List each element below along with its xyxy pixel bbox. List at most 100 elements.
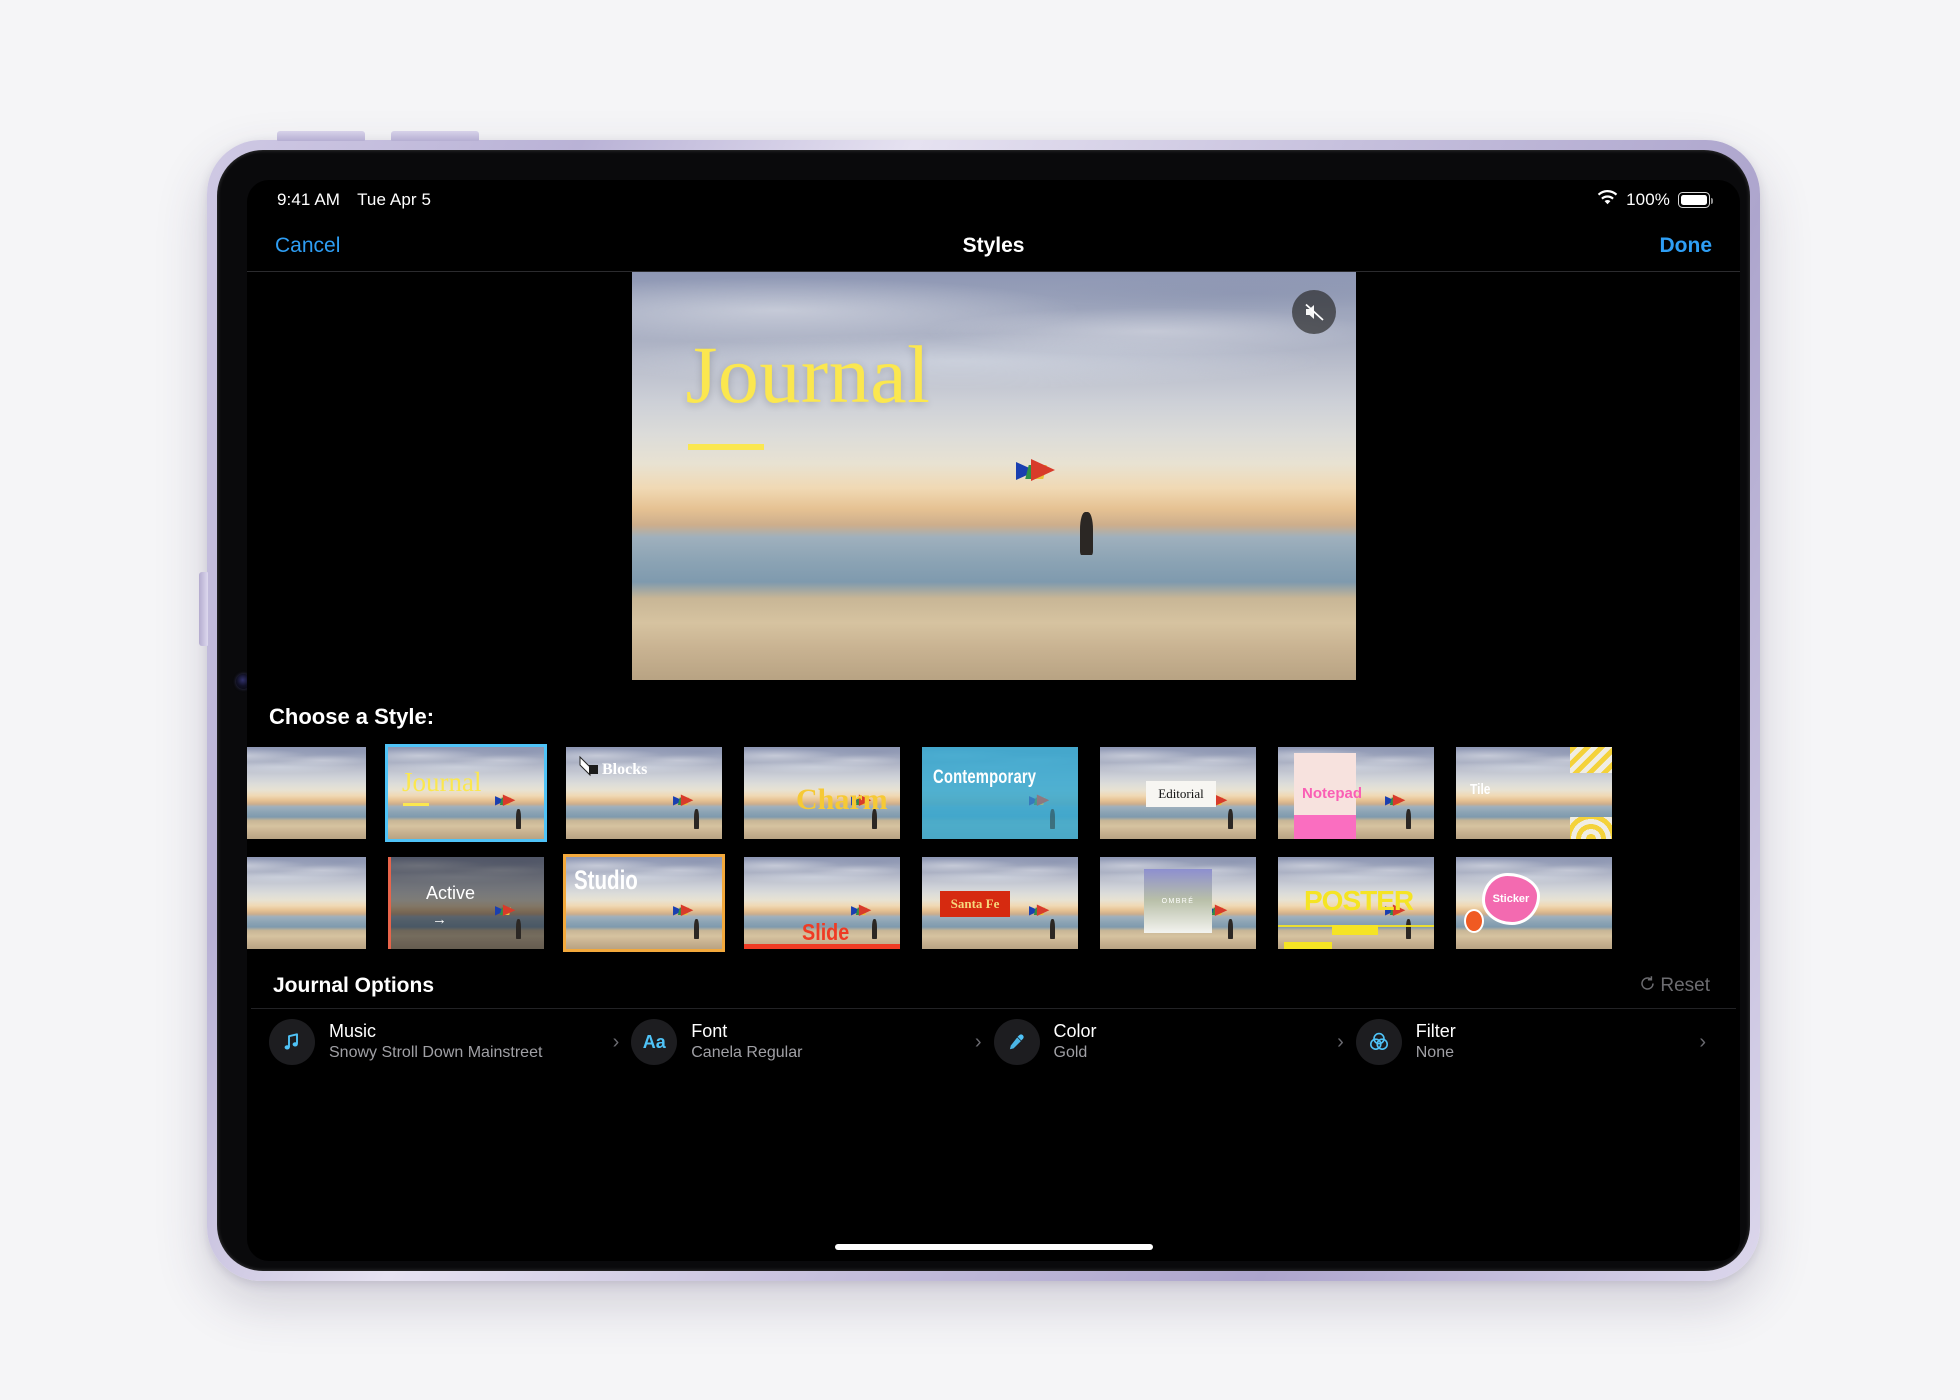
preview-area: Journal (247, 272, 1740, 680)
done-button[interactable]: Done (1660, 234, 1713, 258)
options-title: Journal Options (273, 974, 435, 997)
option-value: None (1415, 1044, 1454, 1062)
style-grid: Journal Blocks Charm Contemporary Editor… (247, 744, 1740, 952)
person-silhouette (1228, 919, 1233, 939)
chevron-right-icon: › (1337, 1030, 1344, 1053)
option-label: Music (329, 1021, 377, 1042)
style-label: Journal (402, 767, 482, 797)
option-label: Filter (1415, 1021, 1456, 1042)
chevron-right-icon: › (612, 1030, 620, 1053)
person-silhouette (694, 919, 699, 939)
device-bezel: 9:41 AM Tue Apr 5 100% Cancel Styles Don… (217, 150, 1750, 1271)
ombre-gradient-card: OMBRÉ (1144, 869, 1212, 933)
option-value: Canela Regular (691, 1044, 803, 1062)
kite-graphic (1028, 903, 1051, 922)
preview-title-rule (687, 444, 764, 450)
style-label: Notepad (1302, 785, 1362, 802)
option-label: Color (1053, 1021, 1097, 1042)
options-header: Journal Options Reset (251, 952, 1736, 1009)
style-row-2[interactable]: Active → Studio Slide Santa Fe OMBRÉ POS… (247, 854, 1740, 952)
reset-circular-arrow-icon (1639, 975, 1656, 998)
blocks-mark-icon (579, 755, 598, 777)
style-thumb-poster[interactable]: POSTER (1275, 854, 1437, 952)
status-date: Tue Apr 5 (357, 190, 432, 209)
choose-style-heading: Choose a Style: (269, 704, 435, 729)
volume-down-button[interactable] (391, 131, 479, 141)
slide-accent-bar (744, 944, 900, 949)
style-thumb-santa-fe[interactable]: Santa Fe (919, 854, 1081, 952)
home-indicator[interactable] (834, 1244, 1153, 1250)
style-thumb-sticker[interactable]: Sticker (1453, 854, 1615, 952)
style-label-rule (403, 803, 429, 806)
preview-title-text: Journal (685, 329, 931, 420)
style-label: Editorial (1158, 786, 1204, 801)
style-thumb-active[interactable]: Active → (385, 854, 547, 952)
style-thumb-slide[interactable]: Slide (741, 854, 903, 952)
status-time: 9:41 AM (277, 190, 341, 209)
style-label: Tile (1470, 781, 1491, 798)
style-thumb-journal[interactable]: Journal (385, 744, 547, 842)
person-silhouette (516, 809, 521, 829)
style-label: Contemporary (933, 767, 1037, 788)
person-silhouette (1406, 809, 1411, 829)
status-bar: 9:41 AM Tue Apr 5 100% (247, 180, 1740, 220)
kite-graphic (1384, 793, 1407, 812)
ipad-screen: 9:41 AM Tue Apr 5 100% Cancel Styles Don… (247, 180, 1740, 1261)
home-indicator-area (247, 1244, 1740, 1261)
editorial-label-box: Editorial (1146, 781, 1216, 807)
style-label: Charm (796, 783, 888, 816)
person-silhouette (1079, 512, 1093, 555)
notepad-card: Notepad (1294, 753, 1362, 839)
style-thumb-studio[interactable]: Studio (563, 854, 725, 952)
option-filter[interactable]: Filter None › (1355, 1019, 1718, 1065)
options-bar: Music Snowy Stroll Down Mainstreet › Aa … (247, 1009, 1740, 1065)
style-label: POSTER (1304, 885, 1414, 916)
speaker-mute-icon[interactable] (1291, 290, 1336, 334)
cancel-button[interactable]: Cancel (275, 234, 340, 258)
style-thumb-editorial[interactable]: Editorial (1097, 744, 1259, 842)
person-silhouette (1050, 919, 1055, 939)
style-thumb-ombre[interactable]: OMBRÉ (1097, 854, 1259, 952)
option-font[interactable]: Aa Font Canela Regular › (631, 1019, 993, 1065)
music-note-icon (269, 1019, 315, 1065)
style-label: Studio (574, 865, 638, 895)
kite-graphic (1028, 793, 1051, 812)
style-thumb-charm[interactable]: Charm (741, 744, 903, 842)
kite-graphic (850, 903, 873, 922)
ipad-device-frame: 9:41 AM Tue Apr 5 100% Cancel Styles Don… (199, 131, 1760, 1281)
style-thumb-partial-left-2[interactable] (247, 854, 369, 952)
person-silhouette (1228, 809, 1233, 829)
video-preview[interactable]: Journal (631, 272, 1356, 680)
option-color[interactable]: Color Gold › (993, 1019, 1356, 1065)
power-button[interactable] (199, 572, 208, 646)
volume-up-button[interactable] (277, 131, 365, 141)
style-label: Slide (802, 919, 850, 945)
reset-button[interactable]: Reset (1639, 975, 1710, 998)
navigation-bar: Cancel Styles Done (247, 220, 1740, 272)
santa-fe-label-box: Santa Fe (940, 891, 1010, 917)
option-label: Font (691, 1021, 728, 1042)
style-thumb-notepad[interactable]: Notepad (1275, 744, 1437, 842)
kite-graphic (1014, 456, 1058, 492)
filter-circles-icon (1355, 1019, 1402, 1065)
style-row-1[interactable]: Journal Blocks Charm Contemporary Editor… (247, 744, 1740, 842)
kite-graphic (672, 903, 695, 922)
person-silhouette (872, 919, 877, 939)
aa-text-icon: Aa (631, 1019, 678, 1065)
eyedropper-icon (993, 1019, 1040, 1065)
person-silhouette (694, 809, 699, 829)
style-thumb-blocks[interactable]: Blocks (563, 744, 725, 842)
style-label: Sticker (1492, 893, 1530, 905)
battery-full-icon (1678, 192, 1714, 208)
battery-percent-label: 100% (1626, 190, 1670, 209)
style-thumb-tile[interactable]: Tile (1453, 744, 1615, 842)
style-thumb-partial-left[interactable] (247, 744, 369, 842)
option-music[interactable]: Music Snowy Stroll Down Mainstreet › (269, 1019, 631, 1065)
style-thumb-contemporary[interactable]: Contemporary (919, 744, 1081, 842)
reset-label: Reset (1660, 975, 1710, 996)
style-label: Santa Fe (950, 896, 1000, 911)
chevron-right-icon: › (974, 1030, 982, 1053)
option-value: Gold (1053, 1044, 1088, 1062)
wifi-icon (1597, 189, 1618, 211)
page-title: Styles (962, 233, 1025, 257)
